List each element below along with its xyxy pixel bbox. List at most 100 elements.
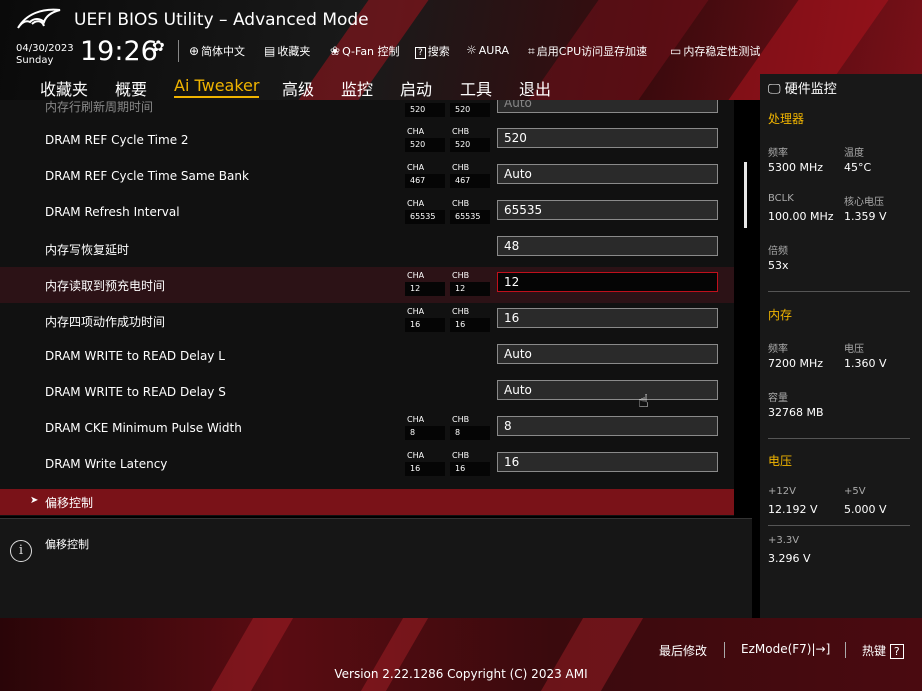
setting-label: DRAM CKE Minimum Pulse Width	[45, 421, 242, 435]
channel-a-value: 12	[405, 282, 445, 296]
language-label: 简体中文	[201, 45, 246, 58]
ratio-label: 倍频	[768, 246, 788, 257]
channel-b-readout: CHB 8	[450, 414, 492, 444]
gear-icon[interactable]: ✿	[152, 37, 165, 55]
tab-exit[interactable]: 退出	[519, 76, 551, 100]
channel-a-readout: CHA 8	[405, 414, 447, 444]
vcore-label: 核心电压	[844, 197, 884, 208]
channel-b-readout: CHB 520	[450, 126, 492, 156]
channel-b-value: 12	[450, 282, 490, 296]
setting-value-field[interactable]: 65535	[497, 200, 718, 220]
hw-divider	[768, 438, 910, 439]
exit-arrow-icon: →]	[815, 642, 831, 656]
setting-row[interactable]: 内存写恢复延时 48	[0, 231, 734, 267]
chevron-right-icon: ➤	[30, 495, 39, 506]
settings-list: 内存行刷新周期时间 CHA 520 CHB 520 Auto DRAM REF …	[0, 100, 734, 516]
channel-a-readout: CHA 16	[405, 306, 447, 336]
channel-b-value: 520	[450, 103, 490, 117]
channel-b-name: CHB	[452, 163, 470, 172]
setting-value-field[interactable]: 12	[497, 272, 718, 292]
ezmode-button[interactable]: EzMode(F7)|→]	[741, 642, 830, 656]
tab-main[interactable]: 概要	[115, 76, 147, 100]
setting-value-field[interactable]: 16	[497, 308, 718, 328]
qfan-button[interactable]: ❀ Q-Fan 控制	[330, 43, 400, 59]
help-panel: i 偏移控制	[0, 518, 752, 618]
hotkeys-button[interactable]: 热键 ?	[862, 642, 904, 659]
footer-bar: 最后修改 EzMode(F7)|→] 热键 ? Version 2.22.128…	[0, 618, 922, 691]
tab-monitor[interactable]: 监控	[341, 76, 373, 100]
cpu-temp-label: 温度	[844, 148, 864, 159]
fan-icon: ❀	[330, 44, 341, 58]
cpu-resize-icon: ⌗	[528, 44, 535, 58]
date-display: 04/30/2023 Sunday	[16, 43, 74, 67]
channel-b-name: CHB	[452, 127, 470, 136]
setting-value-field[interactable]: 520	[497, 128, 718, 148]
setting-value-field[interactable]: Auto	[497, 344, 718, 364]
setting-value-field[interactable]: 8	[497, 416, 718, 436]
tab-advanced[interactable]: 高级	[282, 76, 314, 100]
footer-divider	[724, 642, 725, 658]
v33-value: 3.296 V	[768, 552, 811, 565]
channel-a-readout: CHA 12	[405, 270, 447, 300]
setting-row[interactable]: 内存行刷新周期时间 CHA 520 CHB 520 Auto	[0, 100, 734, 124]
memtest-button[interactable]: ▭ 内存稳定性测试	[670, 43, 760, 59]
resize-bar-button[interactable]: ⌗ 启用CPU访问显存加速	[528, 43, 647, 59]
last-modified-button[interactable]: 最后修改	[659, 642, 707, 659]
submenu-offset-control[interactable]: ➤ 偏移控制	[0, 489, 734, 515]
channel-b-value: 16	[450, 462, 490, 476]
mem-cap-label: 容量	[768, 393, 788, 404]
setting-label: 内存写恢复延时	[45, 243, 130, 257]
aura-button[interactable]: ☼ AURA	[466, 43, 509, 57]
memtest-label: 内存稳定性测试	[683, 45, 761, 58]
channel-b-name: CHB	[452, 415, 470, 424]
mem-freq-label: 频率	[768, 344, 788, 355]
resize-bar-label: 启用CPU访问显存加速	[536, 45, 648, 58]
setting-value-field[interactable]: Auto	[497, 380, 718, 400]
setting-row[interactable]: DRAM Write Latency CHA 16 CHB 16 16	[0, 447, 734, 483]
tab-boot[interactable]: 启动	[400, 76, 432, 100]
channel-a-value: 16	[405, 462, 445, 476]
setting-row[interactable]: 内存读取到预充电时间 CHA 12 CHB 12 12	[0, 267, 734, 303]
channel-a-value: 8	[405, 426, 445, 440]
search-button[interactable]: ? 搜索	[415, 43, 450, 59]
setting-row[interactable]: DRAM WRITE to READ Delay S Auto	[0, 375, 734, 411]
setting-row[interactable]: DRAM CKE Minimum Pulse Width CHA 8 CHB 8 8	[0, 411, 734, 447]
channel-a-name: CHA	[407, 307, 425, 316]
setting-row[interactable]: 内存四项动作成功时间 CHA 16 CHB 16 16	[0, 303, 734, 339]
tab-tool[interactable]: 工具	[460, 76, 492, 100]
channel-a-name: CHA	[407, 163, 425, 172]
setting-row[interactable]: DRAM REF Cycle Time Same Bank CHA 467 CHB 46…	[0, 159, 734, 195]
tab-ai-tweaker[interactable]: Ai Tweaker	[174, 76, 260, 98]
setting-label: DRAM REF Cycle Time Same Bank	[45, 169, 249, 183]
channel-b-readout: CHB 520	[450, 100, 492, 121]
hotkeys-label: 热键	[862, 644, 887, 658]
tab-favorites[interactable]: 收藏夹	[40, 76, 88, 100]
memory-icon: ▭	[670, 44, 682, 58]
clock-time: 19:26	[80, 36, 158, 67]
setting-row[interactable]: DRAM Refresh Interval CHA 65535 CHB 65535 655…	[0, 195, 734, 231]
setting-value-field[interactable]: 48	[497, 236, 718, 256]
mem-freq-value: 7200 MHz	[768, 357, 824, 370]
mem-cap-value: 32768 MB	[768, 406, 824, 419]
voltage-section-title: 电压	[768, 454, 793, 468]
setting-label: DRAM WRITE to READ Delay L	[45, 349, 225, 363]
v5-value: 5.000 V	[844, 503, 887, 516]
channel-a-value: 520	[405, 138, 445, 152]
favorites-button[interactable]: ▤ 收藏夹	[264, 43, 310, 59]
setting-value-field[interactable]: 16	[497, 452, 718, 472]
setting-value-field[interactable]: Auto	[497, 164, 718, 184]
help-key-icon: ?	[889, 644, 904, 659]
search-label: 搜索	[427, 45, 450, 58]
channel-a-name: CHA	[407, 451, 425, 460]
setting-row[interactable]: DRAM WRITE to READ Delay L Auto	[0, 339, 734, 375]
language-button[interactable]: ⊕ 简体中文	[189, 43, 245, 59]
qfan-label: Q-Fan 控制	[342, 45, 400, 58]
setting-value-field[interactable]: Auto	[497, 100, 718, 113]
channel-b-value: 16	[450, 318, 490, 332]
scrollbar-thumb[interactable]	[744, 162, 747, 228]
date-text: 04/30/2023	[16, 43, 74, 54]
channel-b-value: 520	[450, 138, 490, 152]
setting-row[interactable]: DRAM REF Cycle Time 2 CHA 520 CHB 520 520	[0, 123, 734, 159]
cpu-temp-value: 45°C	[844, 161, 872, 174]
vcore-value: 1.359 V	[844, 210, 887, 223]
